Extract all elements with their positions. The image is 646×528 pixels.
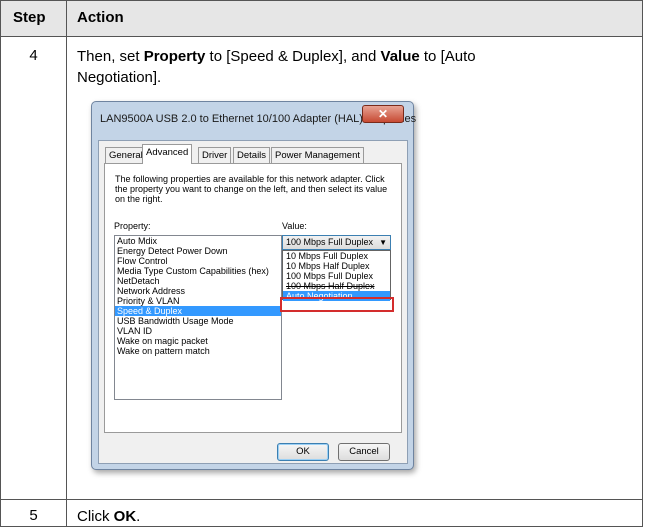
step-number: 5: [29, 507, 38, 524]
value-dropdown-list[interactable]: 10 Mbps Full Duplex 10 Mbps Half Duplex …: [282, 250, 391, 301]
step-number: 4: [29, 47, 38, 64]
close-icon[interactable]: ✕: [362, 105, 404, 123]
tab-general[interactable]: General: [105, 147, 147, 163]
value-current: 100 Mbps Full Duplex: [286, 237, 374, 247]
property-item-selected[interactable]: Speed & Duplex: [115, 306, 281, 316]
property-item[interactable]: VLAN ID: [115, 326, 281, 336]
property-item[interactable]: Priority & VLAN: [115, 296, 281, 306]
step-5-action-text: Click OK.: [77, 506, 140, 527]
value-option[interactable]: 10 Mbps Full Duplex: [283, 251, 390, 261]
value-option[interactable]: 100 Mbps Half Duplex: [283, 281, 390, 291]
property-keyword: Property: [143, 48, 206, 65]
property-label: Property:: [114, 221, 151, 231]
header-action: Action: [77, 9, 124, 26]
action-text-part: Click: [77, 508, 114, 525]
action-text-part: Then, set: [77, 48, 144, 65]
chevron-down-icon[interactable]: ▼: [379, 236, 387, 249]
tab-power-management[interactable]: Power Management: [271, 147, 365, 163]
instruction-table: Step Action 4 Then, set Property to [Spe…: [0, 0, 643, 527]
tab-driver[interactable]: Driver: [198, 147, 232, 163]
property-item[interactable]: Network Address: [115, 286, 281, 296]
highlight-box: [280, 297, 394, 312]
action-text-part: .: [136, 508, 141, 525]
action-text-part: to [Auto: [419, 48, 476, 65]
ok-button[interactable]: OK: [277, 443, 329, 461]
description-text: The following properties are available f…: [115, 174, 388, 204]
column-divider: [66, 1, 67, 526]
action-text-part: Negotiation].: [77, 69, 162, 86]
step-4-action-text: Then, set Property to [Speed & Duplex], …: [77, 46, 476, 88]
adapter-properties-dialog: LAN9500A USB 2.0 to Ethernet 10/100 Adap…: [91, 101, 416, 470]
cancel-button[interactable]: Cancel: [338, 443, 390, 461]
header-step: Step: [13, 9, 46, 26]
tab-advanced[interactable]: Advanced: [142, 144, 193, 164]
action-text-part: to [Speed & Duplex], and: [205, 48, 381, 65]
value-option[interactable]: 10 Mbps Half Duplex: [283, 261, 390, 271]
dialog-client-area: General Advanced Driver Details Power Ma…: [98, 140, 408, 464]
value-option[interactable]: 100 Mbps Full Duplex: [283, 271, 390, 281]
value-combobox[interactable]: 100 Mbps Full Duplex ▼: [282, 235, 391, 250]
property-item[interactable]: Wake on magic packet: [115, 336, 281, 346]
property-item[interactable]: Media Type Custom Capabilities (hex): [115, 266, 281, 276]
value-keyword: Value: [380, 48, 420, 65]
property-item[interactable]: NetDetach: [115, 276, 281, 286]
property-item[interactable]: Auto Mdix: [115, 236, 281, 246]
property-item[interactable]: Wake on pattern match: [115, 346, 281, 356]
ok-keyword: OK: [113, 508, 137, 525]
tab-details[interactable]: Details: [233, 147, 271, 163]
property-item[interactable]: Energy Detect Power Down: [115, 246, 281, 256]
property-item[interactable]: USB Bandwidth Usage Mode: [115, 316, 281, 326]
value-label: Value:: [282, 221, 307, 231]
advanced-tab-page: The following properties are available f…: [104, 163, 402, 433]
table-header: Step Action: [1, 1, 642, 37]
property-item[interactable]: Flow Control: [115, 256, 281, 266]
row-divider: [1, 499, 642, 500]
property-listbox[interactable]: Auto Mdix Energy Detect Power Down Flow …: [114, 235, 282, 400]
